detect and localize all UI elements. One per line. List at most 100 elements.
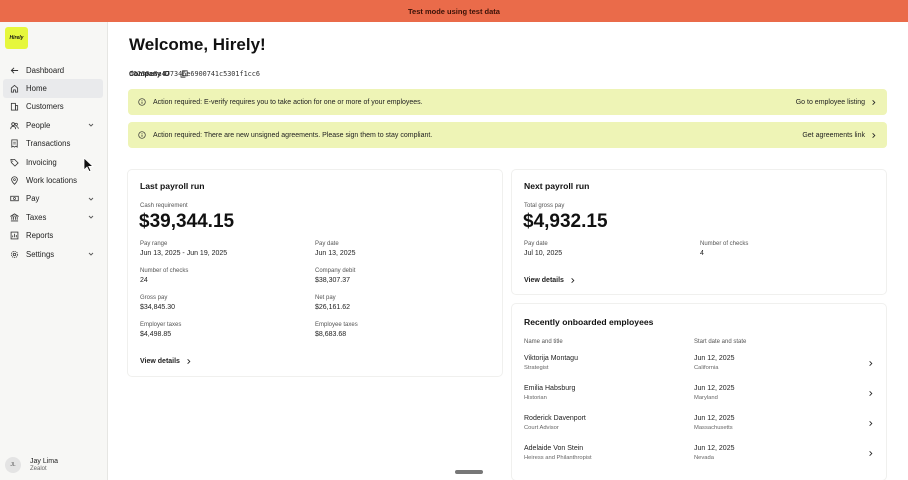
col-header-start: Start date and state — [694, 339, 747, 345]
company-id-value: d0230e8a477346e6900741c5301f1cc6 — [129, 70, 260, 78]
sidebar-item-dashboard[interactable]: Dashboard — [3, 61, 103, 79]
chevron-down-icon — [88, 123, 94, 127]
main-content: Welcome, Hirely! Company ID d0230e8a4773… — [108, 22, 908, 480]
brand-logo[interactable]: Hirely — [5, 27, 28, 49]
scroll-handle[interactable] — [455, 470, 483, 474]
checks-value: 4 — [700, 250, 704, 257]
employee-taxes-label: Employee taxes — [315, 322, 358, 328]
alert-text: Action required: There are new unsigned … — [153, 131, 433, 139]
start-date: Jun 12, 2025 — [694, 415, 735, 422]
company-id-row: Company ID d0230e8a477346e6900741c5301f1… — [129, 70, 260, 78]
sidebar-item-label: Taxes — [26, 212, 47, 222]
sidebar-item-label: Customers — [26, 102, 64, 112]
start-date: Jun 12, 2025 — [694, 385, 735, 392]
checks-label: Number of checks — [140, 268, 189, 274]
chart-icon — [9, 231, 19, 241]
pin-icon — [9, 176, 19, 186]
card-title: Recently onboarded employees — [524, 317, 654, 327]
employee-title: Court Advisor — [524, 425, 559, 431]
onboarded-employees-card: Recently onboarded employees Name and ti… — [512, 304, 886, 480]
sidebar-item-label: People — [26, 120, 51, 130]
start-state: Massachusetts — [694, 425, 733, 431]
company-debit-value: $38,307.37 — [315, 277, 351, 284]
people-icon — [9, 120, 19, 130]
chevron-right-icon — [187, 359, 191, 364]
money-icon — [9, 194, 19, 204]
gross-pay-value: $34,845.30 — [140, 304, 176, 311]
view-details-link[interactable]: View details — [524, 277, 576, 284]
home-icon — [9, 84, 19, 94]
page-title: Welcome, Hirely! — [129, 35, 266, 54]
checks-label: Number of checks — [700, 241, 749, 247]
mouse-cursor-icon — [83, 157, 95, 173]
sidebar-item-taxes[interactable]: Taxes — [3, 208, 103, 226]
avatar: JL — [5, 457, 21, 473]
sidebar-item-label: Transactions — [26, 139, 71, 149]
chevron-down-icon — [88, 252, 94, 256]
pay-date-label: Pay date — [524, 241, 548, 247]
everify-alert: Action required: E-verify requires you t… — [128, 89, 887, 115]
employee-title: Heiress and Philanthropist — [524, 455, 592, 461]
start-state: Maryland — [694, 395, 718, 401]
chevron-right-icon — [869, 451, 873, 456]
next-payroll-card: Next payroll run Total gross pay $4,932.… — [512, 170, 886, 294]
sidebar-item-work-locations[interactable]: Work locations — [3, 171, 103, 189]
info-icon — [138, 131, 146, 139]
get-agreements-link[interactable]: Get agreements link — [802, 132, 877, 139]
chevron-down-icon — [88, 197, 94, 201]
cash-requirement-label: Cash requirement — [140, 203, 188, 209]
pay-date-value: Jul 10, 2025 — [524, 250, 563, 257]
total-gross-label: Total gross pay — [524, 203, 565, 209]
company-debit-label: Company debit — [315, 268, 356, 274]
pay-range-value: Jun 13, 2025 - Jun 19, 2025 — [140, 250, 228, 257]
sidebar: Hirely Dashboard Home Customers People T… — [0, 22, 108, 480]
gear-icon — [9, 249, 19, 259]
chevron-right-icon — [869, 421, 873, 426]
employer-taxes-label: Employer taxes — [140, 322, 182, 328]
gross-pay-label: Gross pay — [140, 295, 168, 301]
checks-value: 24 — [140, 277, 148, 284]
cash-requirement-value: $39,344.15 — [139, 211, 235, 232]
sidebar-item-label: Invoicing — [26, 157, 57, 167]
sidebar-item-home[interactable]: Home — [3, 79, 103, 98]
sidebar-item-pay[interactable]: Pay — [3, 190, 103, 208]
last-payroll-card: Last payroll run Cash requirement $39,34… — [128, 170, 502, 376]
agreements-alert: Action required: There are new unsigned … — [128, 122, 887, 148]
pay-date-value: Jun 13, 2025 — [315, 250, 356, 257]
user-name: Jay Lima — [30, 458, 59, 465]
chevron-right-icon — [872, 132, 876, 138]
user-menu[interactable]: JL Jay Lima Zealot — [5, 457, 58, 473]
chevron-right-icon — [872, 99, 876, 105]
sidebar-item-label: Work locations — [26, 176, 77, 186]
sidebar-item-reports[interactable]: Reports — [3, 227, 103, 245]
tag-icon — [9, 157, 19, 167]
pay-range-label: Pay range — [140, 241, 168, 247]
go-to-employee-listing-link[interactable]: Go to employee listing — [796, 99, 877, 106]
test-mode-banner: Test mode using test data — [0, 0, 908, 22]
start-date: Jun 12, 2025 — [694, 445, 735, 452]
sidebar-item-settings[interactable]: Settings — [3, 245, 103, 263]
sidebar-item-customers[interactable]: Customers — [3, 98, 103, 116]
user-role: Zealot — [30, 466, 47, 472]
employee-name: Viktorija Montagu — [524, 355, 578, 362]
pay-date-label: Pay date — [315, 241, 339, 247]
sidebar-item-transactions[interactable]: Transactions — [3, 135, 103, 153]
employee-name: Emilia Habsburg — [524, 385, 576, 392]
alert-text: Action required: E-verify requires you t… — [153, 98, 423, 106]
sidebar-item-label: Pay — [26, 194, 40, 204]
test-mode-text: Test mode using test data — [408, 6, 500, 16]
net-pay-value: $26,161.62 — [315, 304, 351, 311]
sidebar-item-people[interactable]: People — [3, 116, 103, 134]
employer-taxes-value: $4,498.85 — [140, 331, 172, 338]
sidebar-item-label: Dashboard — [26, 65, 65, 75]
chevron-down-icon — [88, 215, 94, 219]
employee-title: Strategist — [524, 365, 549, 371]
employee-title: Historian — [524, 395, 547, 401]
sidebar-item-label: Reports — [26, 231, 54, 241]
start-state: Nevada — [694, 455, 714, 461]
view-details-link[interactable]: View details — [140, 358, 192, 365]
chevron-right-icon — [869, 361, 873, 366]
chevron-right-icon — [869, 391, 873, 396]
building-icon — [9, 102, 19, 112]
total-gross-value: $4,932.15 — [523, 211, 608, 232]
